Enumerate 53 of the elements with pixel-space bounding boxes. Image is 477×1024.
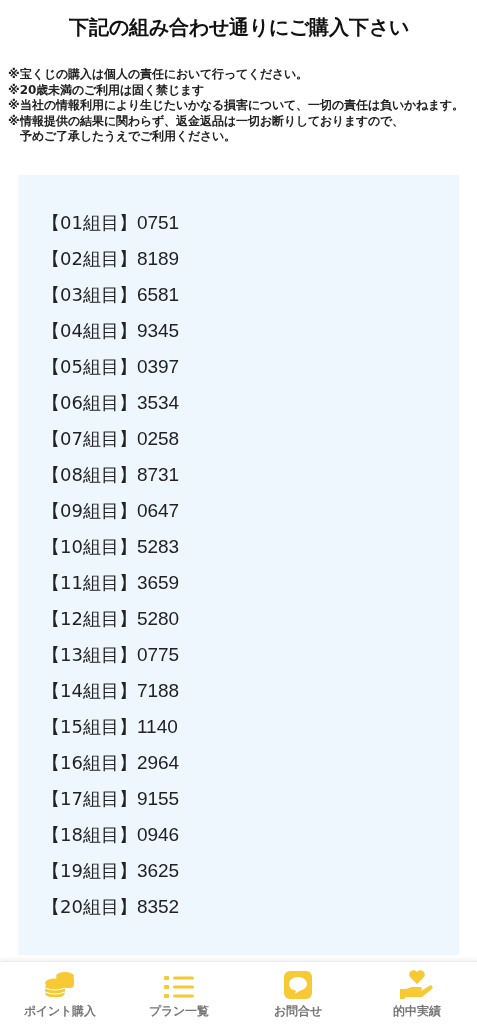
- combination-number: 3659: [136, 571, 180, 594]
- combination-number: 8352: [136, 895, 180, 918]
- chat-icon: [284, 971, 313, 999]
- combination-label: 【19組目】: [42, 858, 137, 883]
- combination-label: 【02組目】: [42, 246, 137, 271]
- combination-number: 8189: [136, 247, 180, 270]
- combination-number: 0397: [136, 355, 180, 378]
- combination-number: 6581: [136, 283, 180, 306]
- combination-number: 3625: [136, 859, 180, 882]
- combination-number: 5283: [136, 535, 180, 558]
- combination-number: 5280: [136, 607, 180, 630]
- combination-label: 【03組目】: [42, 282, 137, 307]
- combination-label: 【01組目】: [42, 210, 137, 235]
- combination-label: 【07組目】: [42, 426, 137, 451]
- combination-label: 【15組目】: [42, 714, 137, 739]
- combination-number: 0775: [136, 643, 180, 666]
- coins-icon: [43, 971, 76, 999]
- combination-label: 【17組目】: [42, 786, 137, 811]
- combination-number: 0751: [136, 211, 180, 234]
- nav-item[interactable]: ポイント購入: [0, 962, 120, 1024]
- combination-label: 【09組目】: [42, 498, 137, 523]
- combination-label: 【11組目】: [42, 570, 137, 595]
- combination-label: 【08組目】: [42, 462, 137, 487]
- combination-label: 【16組目】: [42, 750, 137, 775]
- combination-label: 【12組目】: [42, 606, 137, 631]
- notice-text: ※20歳未満のご利用は固く禁じます: [8, 82, 206, 98]
- combination-number: 9345: [136, 319, 180, 342]
- combination-number: 1140: [136, 715, 178, 738]
- combination-label: 【06組目】: [42, 390, 137, 415]
- notice-text: ※当社の情報利用により生じたいかなる損害について、一切の責任は負いかねます。: [8, 98, 465, 114]
- nav-item[interactable]: 的中実績: [357, 962, 477, 1024]
- combination-number: 0258: [136, 427, 180, 450]
- combination-number: 0946: [136, 823, 180, 846]
- combination-number: 9155: [136, 787, 180, 810]
- nav-item[interactable]: プラン一覧: [119, 962, 239, 1024]
- combination-label: 【14組目】: [42, 678, 137, 703]
- heart-hand-icon: [400, 969, 435, 999]
- combination-number: 0647: [136, 499, 180, 522]
- combination-number: 3534: [136, 391, 180, 414]
- combination-number: 8731: [136, 463, 180, 486]
- combination-number: 2964: [136, 751, 180, 774]
- page-title: 下記の組み合わせ通りにご購入下さい: [67, 14, 410, 41]
- notice-text: ※情報提供の結果に関わらず、返金返品は一切お断りしておりますので、 予めご了承したうえでご利用ください。: [8, 113, 405, 145]
- combination-label: 【05組目】: [42, 354, 137, 379]
- nav-item[interactable]: お問合せ: [238, 962, 358, 1024]
- combination-label: 【04組目】: [42, 318, 137, 343]
- combination-label: 【20組目】: [42, 894, 137, 919]
- notice-text: ※宝くじの購入は個人の責任において行ってください。: [8, 67, 309, 83]
- list-icon: [163, 975, 194, 999]
- combination-number: 7188: [136, 679, 180, 702]
- combination-label: 【18組目】: [42, 822, 137, 847]
- combination-label: 【13組目】: [42, 642, 137, 667]
- combination-label: 【10組目】: [42, 534, 137, 559]
